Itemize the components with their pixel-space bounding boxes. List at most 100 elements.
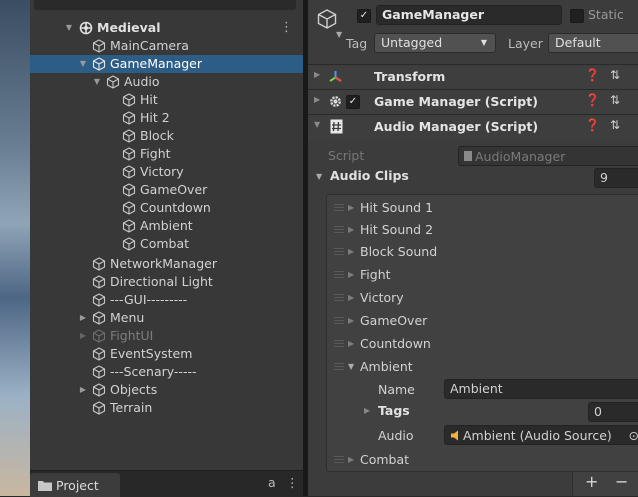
collapse-arrow-icon[interactable]: ▶ <box>348 197 354 219</box>
collapse-arrow-icon[interactable]: ▶ <box>314 70 320 79</box>
hierarchy-item-medieval-scene[interactable]: ▼ Medieval ⋮ <box>30 19 303 37</box>
drag-handle-icon[interactable] <box>334 251 344 252</box>
hierarchy-item-gui-separator[interactable]: ---GUI--------- <box>30 291 303 309</box>
inspector-panel[interactable]: ▼ ✓ GameManager Static Tag Untagged ▼ La… <box>308 0 638 496</box>
hierarchy-item-block[interactable]: Block <box>30 127 303 145</box>
tab-project[interactable]: Project <box>30 473 120 497</box>
object-picker-icon[interactable]: ⊙ <box>629 427 638 445</box>
kebab-menu-icon[interactable]: ⋮ <box>280 19 293 37</box>
audio-clip-row[interactable]: ▶ Victory <box>328 287 638 309</box>
audio-source-object-field[interactable]: Ambient (Audio Source) ⊙ <box>444 425 638 445</box>
gameobject-icon <box>122 93 136 107</box>
expand-arrow-icon[interactable]: ▼ <box>64 19 74 37</box>
collapse-arrow-icon[interactable]: ▶ <box>348 219 354 241</box>
tags-size-field[interactable]: 0 <box>588 402 638 422</box>
hierarchy-item-hit[interactable]: Hit <box>30 91 303 109</box>
kebab-menu-icon[interactable]: ⋮ <box>286 475 299 490</box>
drag-handle-icon[interactable] <box>334 320 344 321</box>
collapse-arrow-icon[interactable]: ▶ <box>78 309 88 327</box>
audio-clip-row[interactable]: ▶ Countdown <box>328 333 638 355</box>
help-preset-icons[interactable]: ❓⇅ <box>585 68 630 82</box>
drag-handle-icon[interactable] <box>334 459 344 460</box>
expand-arrow-icon[interactable]: ▼ <box>92 73 102 91</box>
audio-clip-row[interactable]: ▶ Hit Sound 1 <box>328 197 638 219</box>
hierarchy-item-scenary-separator[interactable]: ---Scenary----- <box>30 363 303 381</box>
hierarchy-item-terrain[interactable]: Terrain <box>30 399 303 417</box>
hierarchy-item-audio[interactable]: ▼ Audio <box>30 73 303 91</box>
component-audio-manager[interactable]: ▼ Audio Manager (Script) ❓⇅ <box>308 114 638 139</box>
layer-dropdown[interactable]: Default <box>548 33 638 53</box>
tag-dropdown[interactable]: Untagged ▼ <box>374 33 496 53</box>
component-game-manager[interactable]: ▶ ✓ Game Manager (Script) ❓⇅ <box>308 89 638 114</box>
hierarchy-item-gamemanager[interactable]: ▼ GameManager <box>30 55 303 73</box>
add-element-button[interactable]: + <box>585 472 598 491</box>
hierarchy-item-label: GameOver <box>140 182 208 197</box>
remove-element-button[interactable]: − <box>615 472 628 491</box>
hierarchy-item-label: MainCamera <box>110 38 189 53</box>
collapse-arrow-icon[interactable]: ▶ <box>78 327 88 345</box>
expand-arrow-icon[interactable]: ▼ <box>316 172 322 181</box>
active-checkbox[interactable]: ✓ <box>357 9 371 23</box>
audio-clip-row[interactable]: ▶ Combat <box>328 449 638 471</box>
collapse-arrow-icon[interactable]: ▶ <box>348 333 354 355</box>
help-preset-icons[interactable]: ❓⇅ <box>585 118 630 132</box>
drag-handle-icon[interactable] <box>334 274 344 275</box>
collapse-arrow-icon[interactable]: ▶ <box>348 241 354 263</box>
hierarchy-item-gameover[interactable]: GameOver <box>30 181 303 199</box>
audio-clip-row-ambient[interactable]: ▼ Ambient <box>328 356 638 378</box>
hierarchy-item-objects[interactable]: ▶ Objects <box>30 381 303 399</box>
drag-handle-icon[interactable] <box>334 229 344 230</box>
hierarchy-item-label: Directional Light <box>110 274 213 289</box>
hierarchy-item-hit-2[interactable]: Hit 2 <box>30 109 303 127</box>
object-name-field[interactable]: GameManager <box>376 5 562 25</box>
drag-handle-icon[interactable] <box>334 297 344 298</box>
collapse-arrow-icon[interactable]: ▶ <box>348 310 354 332</box>
hierarchy-item-maincamera[interactable]: MainCamera <box>30 37 303 55</box>
audio-clips-size-field[interactable]: 9 <box>594 168 638 188</box>
drag-handle-icon[interactable] <box>334 343 344 344</box>
audio-clip-row[interactable]: ▶ GameOver <box>328 310 638 332</box>
hierarchy-search-bar[interactable] <box>34 0 296 10</box>
hierarchy-item-fightui[interactable]: ▶ FightUI <box>30 327 303 345</box>
name-field-label: Name <box>378 382 415 397</box>
gameobject-icon <box>122 237 136 251</box>
folder-icon <box>38 479 52 491</box>
hierarchy-item-eventsystem[interactable]: EventSystem <box>30 345 303 363</box>
gameobject-icon <box>92 383 106 397</box>
drag-handle-icon[interactable] <box>334 207 344 208</box>
hierarchy-item-menu[interactable]: ▶ Menu <box>30 309 303 327</box>
collapse-arrow-icon[interactable]: ▶ <box>348 287 354 309</box>
help-preset-icons[interactable]: ❓⇅ <box>585 93 630 107</box>
hierarchy-item-victory[interactable]: Victory <box>30 163 303 181</box>
lock-icon[interactable]: a <box>268 475 276 490</box>
hierarchy-item-label: Countdown <box>140 200 211 215</box>
list-footer: + − <box>572 472 638 496</box>
audio-clip-row[interactable]: ▶ Block Sound <box>328 241 638 263</box>
expand-arrow-icon[interactable]: ▼ <box>348 356 354 378</box>
expand-arrow-icon[interactable]: ▼ <box>78 55 88 73</box>
hierarchy-item-combat[interactable]: Combat <box>30 235 303 253</box>
hierarchy-item-networkmanager[interactable]: NetworkManager <box>30 255 303 273</box>
icon-dropdown-arrow-icon[interactable]: ▼ <box>336 30 342 39</box>
hierarchy-item-countdown[interactable]: Countdown <box>30 199 303 217</box>
audio-clip-row[interactable]: ▶ Fight <box>328 264 638 286</box>
audio-clip-label: Victory <box>360 290 404 305</box>
drag-handle-icon[interactable] <box>334 366 344 367</box>
gameobject-icon <box>122 183 136 197</box>
component-transform[interactable]: ▶ Transform ❓⇅ <box>308 64 638 89</box>
hierarchy-panel[interactable]: ▼ Medieval ⋮ MainCamera ▼ GameManager ▼ … <box>30 0 303 470</box>
static-checkbox[interactable] <box>570 9 584 23</box>
hierarchy-item-directional-light[interactable]: Directional Light <box>30 273 303 291</box>
ambient-name-field[interactable]: Ambient <box>444 379 638 399</box>
hierarchy-item-ambient[interactable]: Ambient <box>30 217 303 235</box>
component-enabled-checkbox[interactable]: ✓ <box>346 95 360 109</box>
project-tab-bar: Project a ⋮ <box>30 470 303 497</box>
expand-arrow-icon[interactable]: ▼ <box>314 120 320 129</box>
collapse-arrow-icon[interactable]: ▶ <box>314 95 320 104</box>
collapse-arrow-icon[interactable]: ▶ <box>364 406 370 415</box>
collapse-arrow-icon[interactable]: ▶ <box>348 264 354 286</box>
hierarchy-item-fight[interactable]: Fight <box>30 145 303 163</box>
audio-clip-row[interactable]: ▶ Hit Sound 2 <box>328 219 638 241</box>
collapse-arrow-icon[interactable]: ▶ <box>78 381 88 399</box>
collapse-arrow-icon[interactable]: ▶ <box>348 449 354 471</box>
